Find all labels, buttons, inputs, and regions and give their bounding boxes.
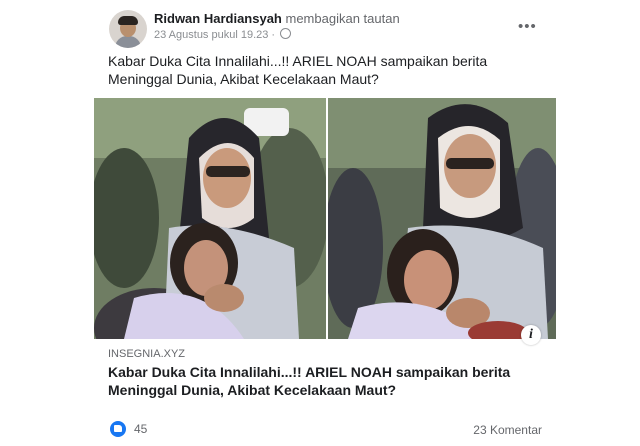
- like-icon: [110, 421, 126, 437]
- avatar[interactable]: [109, 10, 147, 48]
- comments-count[interactable]: 23 Komentar: [473, 423, 542, 437]
- globe-icon: [280, 28, 292, 39]
- post-action: membagikan tautan: [285, 11, 400, 26]
- timestamp[interactable]: 23 Agustus pukul 19.23 ·: [154, 29, 275, 41]
- link-image-right[interactable]: [328, 98, 556, 339]
- reactions[interactable]: 45: [110, 421, 147, 437]
- post-card: Ridwan Hardiansyah membagikan tautan 23 …: [94, 0, 556, 446]
- post-header: Ridwan Hardiansyah membagikan tautan: [154, 11, 400, 26]
- post-text: Kabar Duka Cita Innalilahi...!! ARIEL NO…: [108, 53, 488, 87]
- info-icon[interactable]: i: [521, 325, 541, 345]
- more-options-button[interactable]: •••: [518, 18, 537, 35]
- link-image-left[interactable]: [94, 98, 326, 339]
- like-count: 45: [134, 422, 148, 436]
- link-title[interactable]: Kabar Duka Cita Innalilahi...!! ARIEL NO…: [108, 363, 543, 399]
- avatar-hair: [118, 16, 138, 25]
- avatar-shirt: [115, 36, 141, 48]
- author-name[interactable]: Ridwan Hardiansyah: [154, 11, 282, 26]
- post-meta: 23 Agustus pukul 19.23 ·: [154, 28, 292, 41]
- link-domain[interactable]: INSEGNIA.XYZ: [108, 348, 185, 360]
